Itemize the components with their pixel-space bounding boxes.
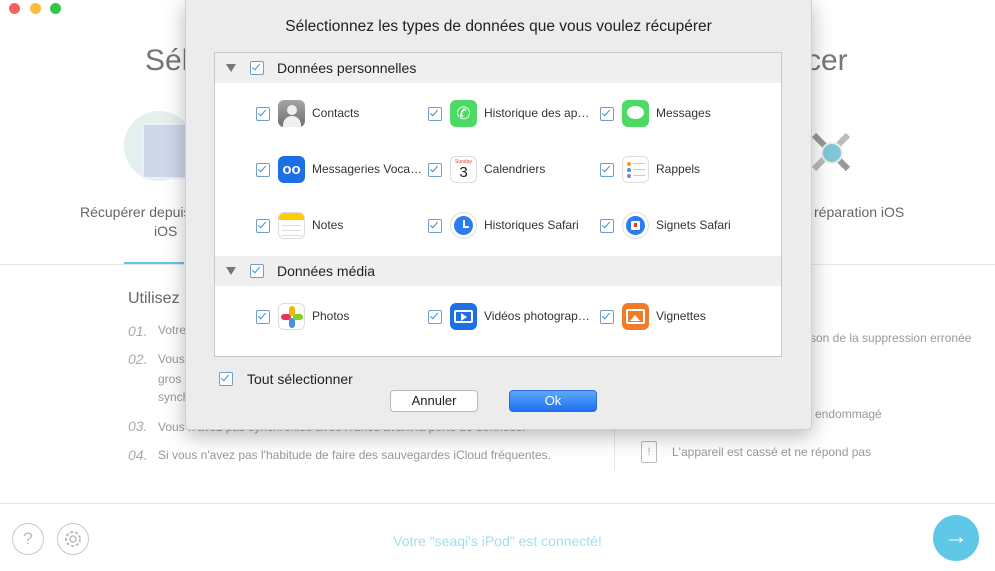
data-item-reminders[interactable]: Rappels (600, 156, 760, 184)
data-item-thumbnails[interactable]: Vignettes (600, 303, 760, 331)
item-checkbox[interactable] (600, 219, 614, 233)
section-label: Données média (277, 263, 376, 279)
section-checkbox[interactable] (250, 264, 264, 278)
tip-number: 03. (128, 418, 148, 434)
tip-text: Si vous n'avez pas l'habitude de faire d… (158, 448, 551, 462)
phone-icon: ✆ (450, 100, 477, 127)
data-item-contacts[interactable]: Contacts (256, 100, 416, 128)
zoom-window-button[interactable] (50, 3, 61, 14)
tip-text: gros (158, 372, 182, 386)
select-all-label[interactable]: Tout sélectionner (247, 371, 353, 387)
footer-divider (0, 503, 995, 504)
recover-from-ios-label-1: Récupérer depuis (80, 204, 191, 220)
right-tip-text: L'appareil est cassé et ne répond pas (672, 445, 872, 459)
device-status-text: Votre "seaqi's iPod" est connecté! (393, 533, 602, 549)
notes-icon (278, 212, 305, 239)
cancel-button[interactable]: Annuler (390, 390, 478, 412)
broken-device-icon: ! (641, 441, 657, 463)
section-label: Données personnelles (277, 60, 417, 76)
dialog-title: Sélectionnez les types de données que vo… (285, 18, 712, 35)
item-label: Notes (312, 218, 344, 232)
tip-number: 04. (128, 447, 148, 463)
item-checkbox[interactable] (256, 310, 270, 324)
data-item-voicemail[interactable]: oo Messageries Vocales (256, 156, 426, 184)
data-item-call-history[interactable]: ✆ Historique des appels (428, 100, 598, 128)
safari-history-icon (450, 212, 477, 239)
item-label: Vignettes (656, 309, 706, 323)
item-label: Photos (312, 309, 350, 323)
disclosure-triangle-icon[interactable] (226, 64, 236, 72)
item-checkbox[interactable] (256, 219, 270, 233)
background-title-right: cer (806, 44, 848, 77)
item-label: Historique des appels (484, 106, 596, 120)
item-checkbox[interactable] (256, 163, 270, 177)
item-checkbox[interactable] (428, 163, 442, 177)
tip-number: 01. (128, 323, 148, 339)
right-tip-text: endommagé (815, 407, 882, 421)
section-header-personal[interactable]: Données personnelles (215, 53, 781, 83)
videos-icon (450, 303, 477, 330)
data-item-notes[interactable]: Notes (256, 212, 416, 240)
data-item-safari-history[interactable]: Historiques Safari (428, 212, 598, 240)
item-label: Rappels (656, 162, 701, 176)
item-checkbox[interactable] (428, 310, 442, 324)
tip-number: 02. (128, 351, 148, 367)
thumbnails-icon (622, 303, 649, 330)
reminders-icon (622, 156, 649, 183)
data-item-photos[interactable]: Photos (256, 303, 416, 331)
contacts-icon (278, 100, 305, 127)
disclosure-triangle-icon[interactable] (226, 267, 236, 275)
item-checkbox[interactable] (600, 163, 614, 177)
item-checkbox[interactable] (428, 107, 442, 121)
item-label: Signets Safari (656, 218, 731, 232)
data-item-videos[interactable]: Vidéos photographiques (428, 303, 598, 331)
ok-button[interactable]: Ok (509, 390, 597, 412)
item-checkbox[interactable] (256, 107, 270, 121)
repair-tools-icon (808, 128, 854, 176)
item-label: Messages (656, 106, 711, 120)
item-label: Vidéos photographiques (484, 309, 596, 323)
item-label: Historiques Safari (484, 218, 579, 232)
item-label: Messageries Vocales (312, 162, 424, 176)
next-button[interactable]: → (933, 515, 979, 561)
background-title-left: Sél (145, 44, 189, 77)
right-tip-text: son de la suppression erronée (810, 331, 972, 345)
data-type-dialog: Sélectionnez les types de données que vo… (185, 0, 812, 430)
safari-bookmarks-icon (622, 212, 649, 239)
section-checkbox[interactable] (250, 61, 264, 75)
tips-heading: Utilisez (128, 290, 180, 307)
item-label: Calendriers (484, 162, 546, 176)
calendar-day-number: 3 (459, 164, 468, 181)
data-item-safari-bookmarks[interactable]: Signets Safari (600, 212, 760, 240)
photos-icon (278, 303, 305, 330)
item-label: Contacts (312, 106, 360, 120)
voicemail-icon: oo (278, 156, 305, 183)
data-item-messages[interactable]: Messages (600, 100, 760, 128)
ipad-icon (142, 123, 190, 179)
data-item-calendars[interactable]: Sunday 3 Calendriers (428, 156, 598, 184)
calendar-icon: Sunday 3 (450, 156, 477, 183)
messages-icon (622, 100, 649, 127)
item-checkbox[interactable] (600, 310, 614, 324)
tip-text: Vous (158, 352, 185, 366)
item-checkbox[interactable] (428, 219, 442, 233)
ios-repair-label: réparation iOS (814, 204, 905, 220)
recover-from-ios-image[interactable] (124, 111, 194, 181)
close-window-button[interactable] (9, 3, 20, 14)
minimize-window-button[interactable] (30, 3, 41, 14)
data-type-panel: Données personnelles Contacts ✆ Historiq… (214, 52, 782, 357)
select-all-checkbox[interactable] (219, 372, 233, 386)
tip-text: Votre (158, 323, 187, 337)
recover-from-ios-label-2: iOS (154, 223, 178, 239)
section-header-media[interactable]: Données média (215, 256, 781, 286)
item-checkbox[interactable] (600, 107, 614, 121)
